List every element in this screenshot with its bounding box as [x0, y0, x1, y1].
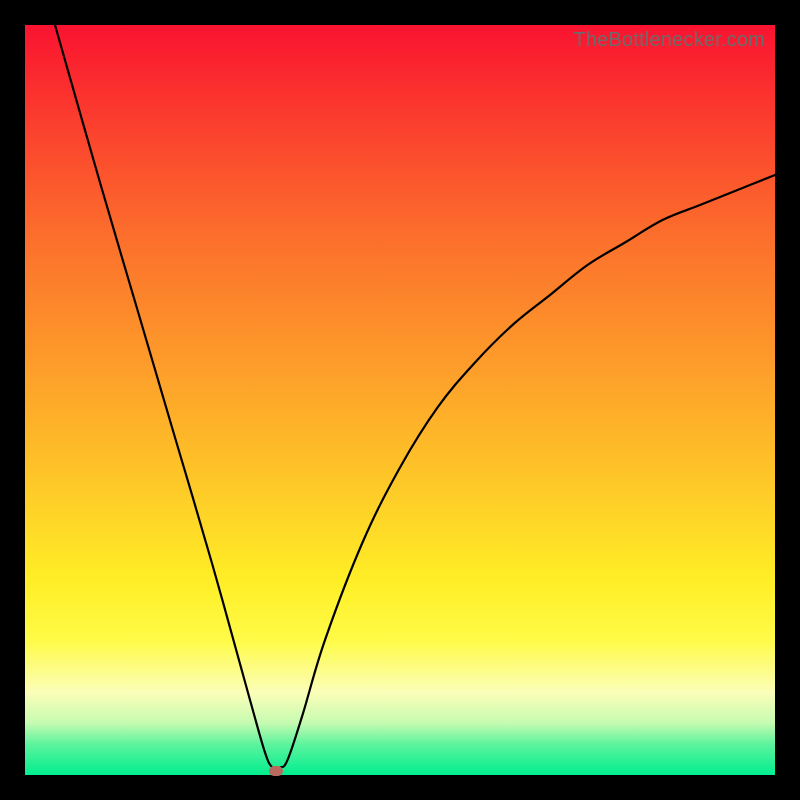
chart-frame: TheBottlenecker.com [0, 0, 800, 800]
bottleneck-curve [25, 25, 775, 775]
optimum-marker [269, 766, 283, 776]
plot-area: TheBottlenecker.com [25, 25, 775, 775]
curve-path [55, 25, 775, 769]
